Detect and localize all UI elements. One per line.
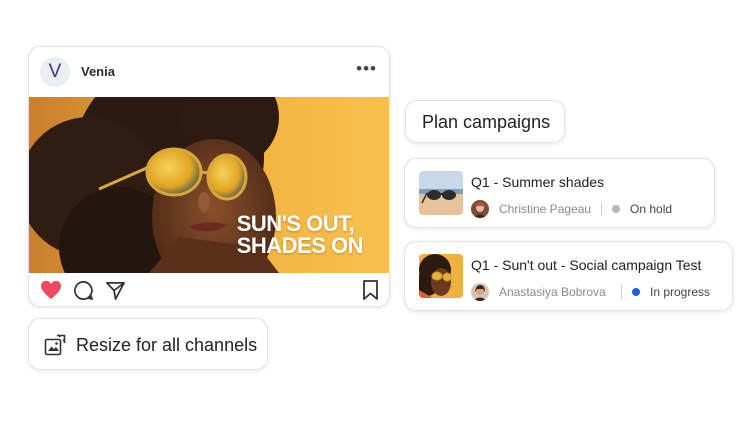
social-post-card: V Venia ••• SUN'S OUT, SHADES ON: [28, 46, 390, 307]
headline-line-2: SHADES ON: [236, 233, 364, 258]
status-badge: In progress: [650, 285, 711, 299]
more-icon[interactable]: •••: [356, 59, 377, 79]
campaign-card[interactable]: Q1 - Sun't out - Social campaign Test An…: [404, 241, 733, 311]
plan-campaigns-button[interactable]: Plan campaigns: [405, 100, 565, 143]
heart-icon[interactable]: [40, 280, 62, 305]
post-image: SUN'S OUT, SHADES ON: [29, 97, 389, 273]
divider: [621, 285, 622, 299]
divider: [601, 202, 602, 216]
brand-initial: V: [48, 61, 62, 82]
resize-label: Resize for all channels: [76, 335, 258, 355]
brand-avatar[interactable]: V: [40, 57, 70, 87]
headline-line-1: SUN'S OUT,: [236, 211, 355, 236]
brand-name: Venia: [81, 64, 115, 79]
campaign-owner: Christine Pageau: [499, 202, 592, 216]
resize-icon: [44, 334, 66, 361]
campaign-thumbnail: [419, 171, 463, 215]
campaign-owner: Anastasiya Bobrova: [499, 285, 606, 299]
campaign-card[interactable]: Q1 - Summer shades Christine Pageau On h…: [404, 158, 715, 228]
bookmark-icon[interactable]: [362, 280, 379, 305]
status-dot: [612, 205, 620, 213]
owner-avatar: [471, 283, 489, 301]
post-headline: SUN'S OUT, SHADES ON: [236, 211, 364, 258]
post-actions: [29, 273, 389, 306]
resize-for-all-channels-button[interactable]: Resize for all channels: [28, 318, 268, 370]
plan-campaigns-label: Plan campaigns: [422, 112, 551, 132]
campaign-thumbnail: [419, 254, 463, 298]
campaign-title: Q1 - Summer shades: [471, 174, 605, 190]
campaign-title: Q1 - Sun't out - Social campaign Test: [471, 257, 702, 273]
status-badge: On hold: [630, 202, 673, 216]
share-icon[interactable]: [105, 280, 126, 306]
status-dot: [632, 288, 640, 296]
post-header: V Venia •••: [29, 47, 389, 97]
owner-avatar: [471, 200, 489, 218]
comment-icon[interactable]: [73, 280, 94, 306]
